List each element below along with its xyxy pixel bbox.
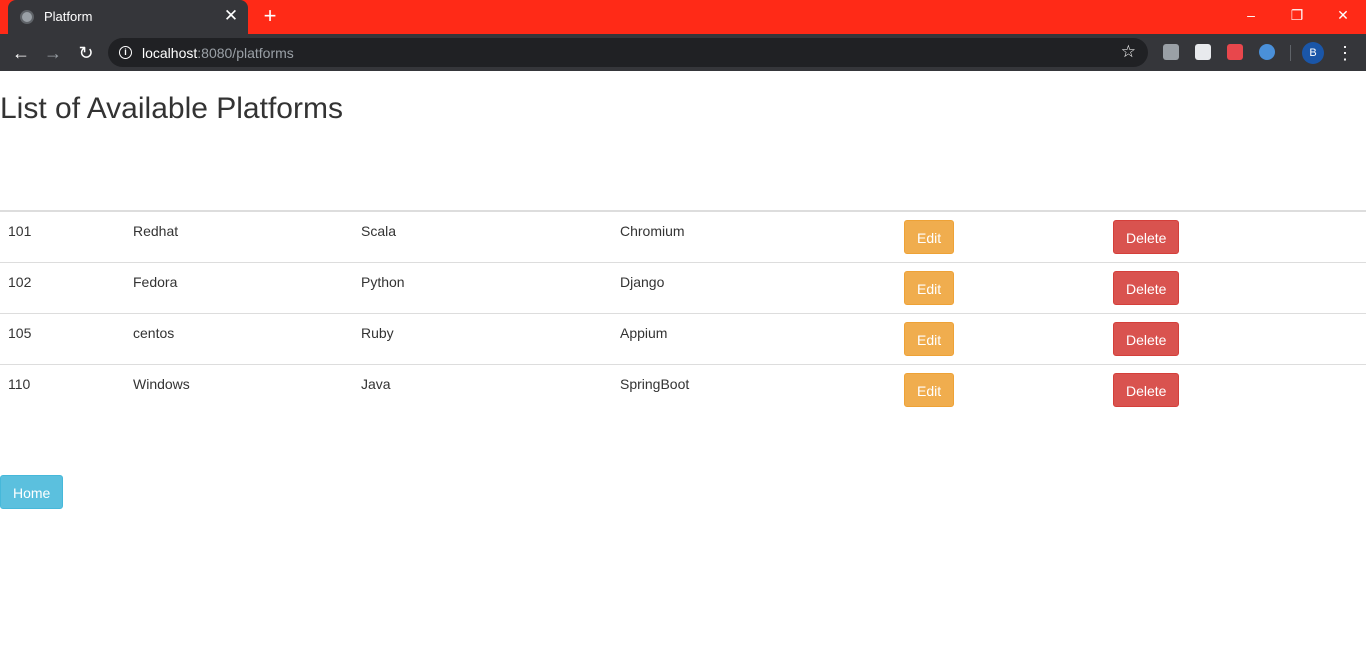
delete-cell: Delete (1105, 262, 1366, 313)
tab-title: Platform (44, 9, 93, 24)
platform-language-cell: Scala (361, 223, 397, 239)
platform-id-cell: 110 (8, 375, 31, 392)
extension-shield-icon[interactable] (1227, 44, 1243, 60)
edit-cell: Edit (896, 262, 1105, 313)
edit-button[interactable]: Edit (904, 372, 955, 407)
table-row: 110 Windows Java SpringBoot Edit Delete (0, 364, 1366, 415)
back-icon[interactable]: ← (8, 40, 34, 66)
reload-icon[interactable]: ↻ (73, 40, 99, 66)
platform-id-cell: 102 (8, 273, 32, 290)
browser-tab[interactable]: Platform ✕ (8, 0, 248, 34)
browser-toolbar: ← → ↻ i localhost:8080/platforms ☆ B ⋮ (0, 34, 1366, 71)
toolbar-divider (1290, 45, 1291, 61)
bookmark-star-icon[interactable]: ☆ (1121, 42, 1136, 62)
platforms-table: 101 Redhat Scala Chromium Edit Delete 102 Fedor… (0, 210, 1366, 415)
minimize-icon[interactable]: – (1228, 0, 1274, 30)
platform-framework-cell: Chromium (620, 223, 685, 239)
edit-cell: Edit (896, 313, 1105, 364)
extension-docs-icon[interactable] (1163, 44, 1179, 60)
menu-icon[interactable]: ⋮ (1336, 40, 1354, 66)
delete-cell: Delete (1105, 211, 1366, 262)
platform-os-cell: centos (133, 324, 175, 341)
info-icon[interactable]: i (119, 46, 132, 59)
table-row: 102 Fedora Python Django Edit Delete (0, 262, 1366, 313)
page-content: List of Available Platforms 101 Redhat Sca… (0, 71, 1366, 670)
profile-avatar[interactable]: B (1302, 42, 1324, 64)
platform-os-cell: Fedora (133, 273, 178, 290)
new-tab-icon[interactable]: + (258, 4, 282, 28)
forward-icon[interactable]: → (40, 40, 66, 66)
delete-button[interactable]: Delete (1113, 270, 1180, 305)
delete-button[interactable]: Delete (1113, 220, 1180, 254)
platform-os-cell: Windows (133, 375, 190, 392)
edit-cell: Edit (896, 211, 1105, 262)
platform-id-cell: 101 (8, 223, 32, 239)
platform-framework-cell: Django (620, 273, 665, 290)
delete-cell: Delete (1105, 313, 1366, 364)
url-text[interactable]: localhost:8080/platforms (142, 45, 294, 61)
globe-icon (20, 10, 34, 24)
table-row: 101 Redhat Scala Chromium Edit Delete (0, 211, 1366, 262)
extension-globe-icon[interactable] (1259, 44, 1275, 60)
page-title: List of Available Platforms (0, 92, 343, 125)
platform-language-cell: Ruby (361, 324, 394, 341)
close-tab-icon[interactable]: ✕ (222, 7, 240, 25)
address-bar[interactable]: i localhost:8080/platforms ☆ (108, 38, 1148, 67)
platform-id-cell: 105 (8, 324, 32, 341)
close-window-icon[interactable]: ✕ (1320, 0, 1366, 30)
platform-language-cell: Python (361, 273, 405, 290)
restore-icon[interactable]: ❐ (1274, 0, 1320, 30)
browser-titlebar: Platform ✕ + – ❐ ✕ (0, 0, 1366, 34)
edit-button[interactable]: Edit (904, 220, 955, 254)
platform-framework-cell: Appium (620, 324, 668, 341)
platform-language-cell: Java (361, 375, 391, 392)
edit-button[interactable]: Edit (904, 321, 955, 356)
platform-os-cell: Redhat (133, 223, 179, 239)
delete-button[interactable]: Delete (1113, 372, 1180, 407)
home-button[interactable]: Home (0, 475, 64, 509)
edit-button[interactable]: Edit (904, 270, 955, 305)
delete-button[interactable]: Delete (1113, 321, 1180, 356)
platform-framework-cell: SpringBoot (620, 375, 690, 392)
extension-cube-icon[interactable] (1195, 44, 1211, 60)
delete-cell: Delete (1105, 364, 1366, 415)
table-row: 105 centos Ruby Appium Edit Delete (0, 313, 1366, 364)
edit-cell: Edit (896, 364, 1105, 415)
